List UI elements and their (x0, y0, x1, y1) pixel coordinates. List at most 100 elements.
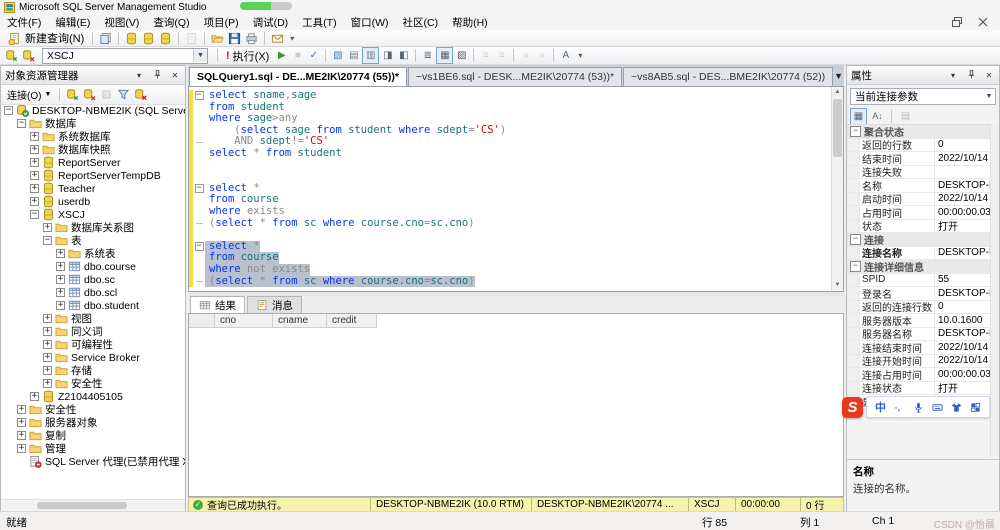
execute-button[interactable]: ! 执行(X) (223, 48, 272, 63)
expand-icon[interactable]: + (43, 340, 52, 349)
fold-collapse-icon[interactable]: − (193, 241, 205, 253)
tree-node[interactable]: +dbo.sc (1, 273, 185, 286)
collapse-icon[interactable]: − (17, 119, 26, 128)
results-to-file-icon[interactable]: ▨ (454, 48, 469, 63)
expand-icon[interactable]: + (30, 184, 39, 193)
menu-item-1[interactable]: 文件(F) (0, 14, 48, 31)
tree-node[interactable]: +ReportServer (1, 156, 185, 169)
intellisense-enabled-icon[interactable]: A (558, 48, 573, 63)
oe-connect-db-icon[interactable] (65, 87, 80, 102)
expand-icon[interactable]: + (30, 392, 39, 401)
tree-node[interactable]: +同义词 (1, 325, 185, 338)
properties-pin-icon[interactable] (965, 70, 977, 81)
property-category[interactable]: −连接 (847, 233, 991, 247)
expand-icon[interactable]: + (30, 145, 39, 154)
collapse-icon[interactable]: − (30, 210, 39, 219)
tree-node[interactable]: +存储 (1, 364, 185, 377)
tree-node[interactable]: +Service Broker (1, 351, 185, 364)
property-row[interactable]: 启动时间2022/10/14 15:17:05 (847, 193, 991, 207)
activity-monitor-icon[interactable] (270, 31, 285, 46)
active-files-dropdown-icon[interactable]: ▼ (834, 71, 843, 82)
menu-item-2[interactable]: 编辑(E) (48, 14, 97, 31)
tree-node[interactable]: +系统表 (1, 247, 185, 260)
new-query-button[interactable]: 新建查询(N) (4, 31, 87, 46)
expand-icon[interactable]: + (30, 132, 39, 141)
punctuation-icon[interactable]: ·, (893, 401, 906, 414)
window-position-icon[interactable]: ▾ (133, 71, 145, 80)
toolbox-icon[interactable] (969, 401, 982, 414)
categorized-icon[interactable]: ▦ (850, 108, 867, 125)
property-row[interactable]: 连接失败 (847, 166, 991, 180)
parse-query-icon[interactable]: ✓ (306, 48, 321, 63)
skin-icon[interactable] (950, 401, 963, 414)
connect-icon[interactable] (4, 48, 19, 63)
database-combobox[interactable]: XSCJ ▼ (42, 48, 208, 64)
tree-node[interactable]: +安全性 (1, 377, 185, 390)
property-category[interactable]: −聚合状态 (847, 125, 991, 139)
editor-vscrollbar[interactable]: ▲ ▼ (831, 87, 843, 291)
property-row[interactable]: 结束时间2022/10/14 15:17:05 (847, 152, 991, 166)
menu-item-7[interactable]: 工具(T) (295, 14, 343, 31)
results-tab-2[interactable]: 消息 (247, 296, 302, 313)
property-row[interactable]: 返回的行数0 (847, 139, 991, 153)
document-tab-2[interactable]: ~vs1BE6.sql - DESK...ME2IK\20774 (53))* (408, 67, 622, 86)
menu-item-5[interactable]: 项目(P) (197, 14, 246, 31)
property-row[interactable]: 连接占用时间00:00:00.035 (847, 368, 991, 382)
code-line-17[interactable]: (select * from sc where course.cno=sc.cn… (189, 276, 506, 288)
tree-node[interactable]: +Z2104405105 (1, 390, 185, 403)
soft-keyboard-icon[interactable] (931, 401, 944, 414)
property-row[interactable]: 连接名称DESKTOP-NBME2IK (847, 247, 991, 261)
results-to-text-icon[interactable]: ≣ (420, 48, 435, 63)
change-connection-icon[interactable] (21, 48, 36, 63)
tree-node[interactable]: +dbo.scl (1, 286, 185, 299)
menu-item-10[interactable]: 帮助(H) (445, 14, 495, 31)
open-file-icon[interactable] (210, 31, 225, 46)
tree-node[interactable]: +系统数据库 (1, 130, 185, 143)
grid-corner-cell[interactable] (189, 314, 215, 328)
show-estimated-plan-icon[interactable]: ▧ (330, 48, 345, 63)
expand-icon[interactable]: + (30, 171, 39, 180)
code-line-7[interactable] (189, 160, 506, 172)
expand-icon[interactable]: + (30, 158, 39, 167)
properties-vscrollbar[interactable] (990, 124, 999, 457)
tree-node[interactable]: SQL Server 代理(已禁用代理 XP) (1, 455, 185, 468)
oe-disconnect-icon[interactable] (82, 87, 97, 102)
query-toolbar-overflow-icon[interactable]: ▾ (575, 51, 585, 60)
close-panel-icon[interactable]: ✕ (169, 71, 181, 80)
expand-icon[interactable]: + (43, 379, 52, 388)
include-client-statistics-icon[interactable]: ◧ (396, 48, 411, 63)
properties-close-icon[interactable]: ✕ (983, 71, 995, 80)
object-explorer-hscrollbar[interactable] (1, 499, 185, 511)
analysis-services-dmx-query-icon[interactable] (141, 31, 156, 46)
menu-item-8[interactable]: 窗口(W) (344, 14, 396, 31)
sogou-logo-icon[interactable]: S (842, 397, 863, 418)
column-header-credit[interactable]: credit (327, 314, 377, 328)
category-collapse-icon[interactable]: − (850, 234, 861, 245)
tree-node[interactable]: +安全性 (1, 403, 185, 416)
property-row[interactable]: 状态打开 (847, 220, 991, 234)
sql-editor[interactable]: −select sname,sagefrom studentwhere sage… (188, 86, 844, 292)
code-line-12[interactable]: (select * from sc where course.cno=sc.cn… (189, 218, 506, 230)
expand-icon[interactable]: + (56, 301, 65, 310)
property-category[interactable]: −连接详细信息 (847, 260, 991, 274)
analysis-services-xmla-query-icon[interactable] (158, 31, 173, 46)
collapse-icon[interactable]: − (43, 236, 52, 245)
property-row[interactable]: 占用时间00:00:00.035 (847, 206, 991, 220)
tree-node[interactable]: +视图 (1, 312, 185, 325)
expand-icon[interactable]: + (56, 262, 65, 271)
property-row[interactable]: 返回的连接行数0 (847, 301, 991, 315)
column-header-cno[interactable]: cno (215, 314, 273, 328)
document-tab-3[interactable]: ~vs8AB5.sql - DES...BME2IK\20774 (52)) (623, 67, 833, 86)
close-window-icon[interactable] (978, 17, 988, 27)
include-actual-plan-icon[interactable]: ◨ (380, 48, 395, 63)
menu-item-4[interactable]: 查询(Q) (146, 14, 196, 31)
expand-icon[interactable]: + (56, 249, 65, 258)
tree-node[interactable]: +dbo.student (1, 299, 185, 312)
fold-collapse-icon[interactable]: − (193, 90, 205, 102)
property-row[interactable]: 连接结束时间2022/10/14 15:17:05 (847, 341, 991, 355)
property-row[interactable]: 服务器名称DESKTOP-NBME2IK (847, 328, 991, 342)
column-header-cname[interactable]: cname (273, 314, 327, 328)
category-collapse-icon[interactable]: − (850, 261, 861, 272)
tree-node[interactable]: +复制 (1, 429, 185, 442)
auto-hide-pin-icon[interactable] (151, 70, 163, 81)
